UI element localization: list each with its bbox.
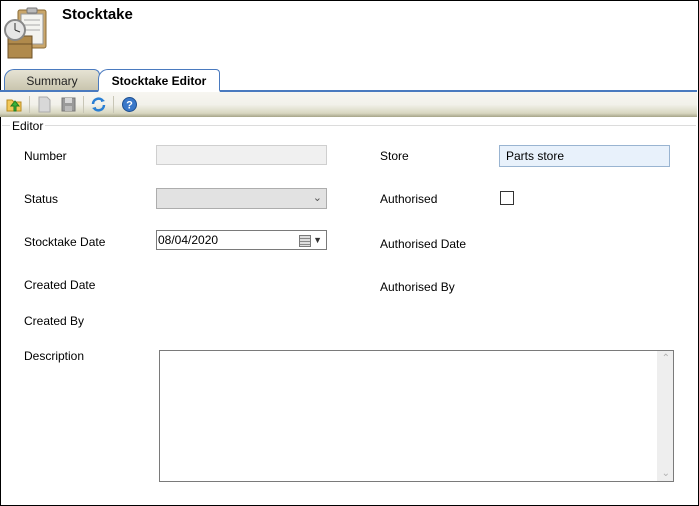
- authorised-by-label: Authorised By: [380, 280, 455, 294]
- help-icon[interactable]: ?: [121, 96, 138, 113]
- created-date-label: Created Date: [24, 278, 96, 292]
- refresh-icon[interactable]: [90, 96, 107, 113]
- scroll-down-icon[interactable]: ⌄: [662, 468, 670, 479]
- number-label: Number: [24, 149, 67, 163]
- description-scrollbar[interactable]: [657, 351, 673, 481]
- open-folder-icon[interactable]: [6, 96, 23, 113]
- number-field[interactable]: [156, 145, 327, 165]
- description-label: Description: [24, 349, 85, 363]
- authorised-date-label: Authorised Date: [380, 237, 467, 251]
- page-title: Stocktake: [62, 6, 133, 23]
- toolbar-separator: [113, 96, 114, 113]
- status-dropdown[interactable]: ⌄: [156, 188, 327, 209]
- save-icon[interactable]: [60, 96, 77, 113]
- scroll-up-icon[interactable]: ⌃: [662, 353, 670, 364]
- authorised-label: Authorised: [380, 192, 438, 206]
- tab-stocktake-editor[interactable]: Stocktake Editor: [98, 69, 220, 92]
- chevron-down-icon: ⌄: [312, 192, 322, 204]
- stocktake-clipboard-clock-icon: [4, 7, 47, 59]
- status-label: Status: [24, 192, 59, 206]
- editor-group-border: [2, 125, 696, 126]
- toolbar-separator: [83, 96, 84, 113]
- store-label: Store: [380, 149, 409, 163]
- stocktake-date-picker[interactable]: 08/04/2020 ▼: [156, 230, 327, 250]
- dropdown-arrow-icon[interactable]: ▼: [313, 231, 322, 249]
- tab-bar: Summary Stocktake Editor: [0, 67, 697, 92]
- tab-summary[interactable]: Summary: [4, 69, 100, 90]
- svg-text:?: ?: [126, 100, 133, 112]
- created-by-label: Created By: [24, 314, 85, 328]
- toolbar-separator: [29, 96, 30, 113]
- calendar-icon[interactable]: [299, 235, 311, 247]
- store-field[interactable]: Parts store: [499, 145, 670, 167]
- new-document-icon[interactable]: [36, 96, 53, 113]
- stocktake-date-label: Stocktake Date: [24, 235, 106, 249]
- description-textarea[interactable]: ⌃ ⌄: [159, 350, 674, 482]
- editor-group-label: Editor: [10, 119, 46, 133]
- toolbar: ?: [0, 92, 697, 117]
- stocktake-date-value: 08/04/2020: [158, 233, 219, 247]
- authorised-checkbox[interactable]: [500, 191, 514, 205]
